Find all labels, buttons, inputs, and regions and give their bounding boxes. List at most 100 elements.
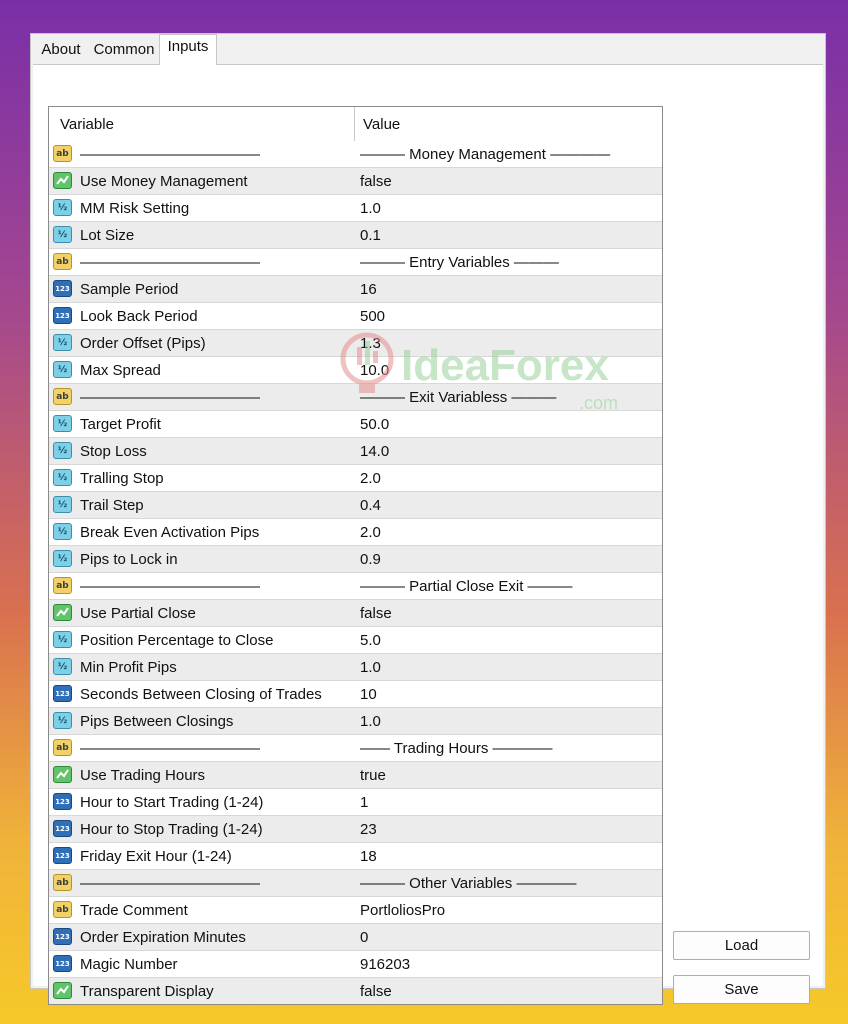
variable-value[interactable]: 0.4 [360, 497, 381, 514]
variable-value[interactable]: 50.0 [360, 416, 389, 433]
variable-name: Min Profit Pips [80, 659, 177, 676]
variable-name: ———————————— [80, 875, 260, 892]
load-button[interactable]: Load [673, 931, 810, 960]
variable-value[interactable]: ——— Money Management ———— [360, 146, 610, 163]
variable-value[interactable]: false [360, 983, 392, 1000]
variable-name: ———————————— [80, 740, 260, 757]
variable-value[interactable]: 1.0 [360, 659, 381, 676]
variable-value[interactable]: false [360, 605, 392, 622]
table-header: Variable Value [49, 107, 662, 141]
variable-value[interactable]: 10.0 [360, 362, 389, 379]
variable-value[interactable]: 18 [360, 848, 377, 865]
variable-value[interactable]: 10 [360, 686, 377, 703]
table-row[interactable]: ½ Order Offset (Pips) 1.3 [49, 330, 662, 357]
variable-value[interactable]: ——— Entry Variables ——— [360, 254, 559, 271]
table-row[interactable]: 123 Magic Number 916203 [49, 951, 662, 978]
table-row[interactable]: 123 Hour to Stop Trading (1-24) 23 [49, 816, 662, 843]
table-row[interactable]: ab ———————————— ——— Exit Variabless ——— [49, 384, 662, 411]
variable-value[interactable]: 2.0 [360, 470, 381, 487]
variable-name: ———————————— [80, 254, 260, 271]
variable-value[interactable]: 14.0 [360, 443, 389, 460]
variable-value[interactable]: 500 [360, 308, 385, 325]
variable-value[interactable]: 0.1 [360, 227, 381, 244]
table-row[interactable]: ½ Trail Step 0.4 [49, 492, 662, 519]
double-icon: ½ [53, 523, 72, 540]
variable-value[interactable]: 0.9 [360, 551, 381, 568]
variable-name: Use Partial Close [80, 605, 196, 622]
table-row[interactable]: 123 Sample Period 16 [49, 276, 662, 303]
table-row[interactable]: ab ———————————— —— Trading Hours ———— [49, 735, 662, 762]
double-icon: ½ [53, 550, 72, 567]
string-ab-icon: ab [53, 901, 72, 918]
variable-name: ———————————— [80, 389, 260, 406]
table-row[interactable]: ½ Lot Size 0.1 [49, 222, 662, 249]
table-row[interactable]: ½ Pips Between Closings 1.0 [49, 708, 662, 735]
variable-name: Use Trading Hours [80, 767, 206, 784]
table-row[interactable]: ½ MM Risk Setting 1.0 [49, 195, 662, 222]
variable-value[interactable]: ——— Partial Close Exit ——— [360, 578, 573, 595]
table-row[interactable]: ab ———————————— ——— Money Management ———— [49, 141, 662, 168]
column-header-variable[interactable]: Variable [60, 116, 114, 133]
table-row[interactable]: Use Partial Close false [49, 600, 662, 627]
double-icon: ½ [53, 469, 72, 486]
variable-value[interactable]: true [360, 767, 386, 784]
string-ab-icon: ab [53, 388, 72, 405]
table-row[interactable]: 123 Order Expiration Minutes 0 [49, 924, 662, 951]
table-row[interactable]: ½ Max Spread 10.0 [49, 357, 662, 384]
tab-common[interactable]: Common [91, 38, 157, 64]
table-row[interactable]: ½ Target Profit 50.0 [49, 411, 662, 438]
string-ab-icon: ab [53, 145, 72, 162]
column-header-value[interactable]: Value [363, 116, 400, 133]
table-row[interactable]: ½ Tralling Stop 2.0 [49, 465, 662, 492]
integer-icon: 123 [53, 955, 72, 972]
variable-value[interactable]: PortloliosPro [360, 902, 445, 919]
variable-value[interactable]: 1.3 [360, 335, 381, 352]
variable-value[interactable]: 1.0 [360, 200, 381, 217]
variable-value[interactable]: 16 [360, 281, 377, 298]
table-row[interactable]: ab ———————————— ——— Entry Variables ——— [49, 249, 662, 276]
variable-name: ———————————— [80, 578, 260, 595]
table-row[interactable]: Use Trading Hours true [49, 762, 662, 789]
variable-name: Max Spread [80, 362, 161, 379]
table-row[interactable]: Transparent Display false [49, 978, 662, 1004]
double-icon: ½ [53, 334, 72, 351]
variable-value[interactable]: 0 [360, 929, 368, 946]
integer-icon: 123 [53, 847, 72, 864]
double-icon: ½ [53, 658, 72, 675]
variable-value[interactable]: ——— Exit Variabless ——— [360, 389, 556, 406]
variable-value[interactable]: 1 [360, 794, 368, 811]
variable-name: Pips Between Closings [80, 713, 234, 730]
table-row[interactable]: 123 Hour to Start Trading (1-24) 1 [49, 789, 662, 816]
table-row[interactable]: ½ Min Profit Pips 1.0 [49, 654, 662, 681]
variable-name: Position Percentage to Close [80, 632, 274, 649]
variable-value[interactable]: 2.0 [360, 524, 381, 541]
table-row[interactable]: ½ Pips to Lock in 0.9 [49, 546, 662, 573]
double-icon: ½ [53, 361, 72, 378]
variable-value[interactable]: 23 [360, 821, 377, 838]
table-row[interactable]: ab Trade Comment PortloliosPro [49, 897, 662, 924]
variable-name: Use Money Management [80, 173, 248, 190]
variable-name: Break Even Activation Pips [80, 524, 260, 541]
variable-value[interactable]: —— Trading Hours ———— [360, 740, 553, 757]
table-row[interactable]: ab ———————————— ——— Other Variables ———— [49, 870, 662, 897]
variable-name: MM Risk Setting [80, 200, 190, 217]
table-row[interactable]: 123 Look Back Period 500 [49, 303, 662, 330]
variable-value[interactable]: 916203 [360, 956, 410, 973]
table-row[interactable]: ½ Position Percentage to Close 5.0 [49, 627, 662, 654]
variable-name: Sample Period [80, 281, 179, 298]
table-row[interactable]: ½ Stop Loss 14.0 [49, 438, 662, 465]
table-row[interactable]: ab ———————————— ——— Partial Close Exit ——— [49, 573, 662, 600]
variable-value[interactable]: 5.0 [360, 632, 381, 649]
table-row[interactable]: ½ Break Even Activation Pips 2.0 [49, 519, 662, 546]
tab-about[interactable]: About [33, 38, 89, 64]
variable-value[interactable]: 1.0 [360, 713, 381, 730]
save-button[interactable]: Save [673, 975, 810, 1004]
variable-value[interactable]: false [360, 173, 392, 190]
variable-name: Lot Size [80, 227, 135, 244]
variable-value[interactable]: ——— Other Variables ———— [360, 875, 576, 892]
ea-properties-dialog: About Common Inputs Variable Value ab ———… [30, 33, 826, 1005]
tab-inputs[interactable]: Inputs [159, 34, 217, 65]
table-row[interactable]: 123 Friday Exit Hour (1-24) 18 [49, 843, 662, 870]
table-row[interactable]: 123 Seconds Between Closing of Trades 10 [49, 681, 662, 708]
table-row[interactable]: Use Money Management false [49, 168, 662, 195]
